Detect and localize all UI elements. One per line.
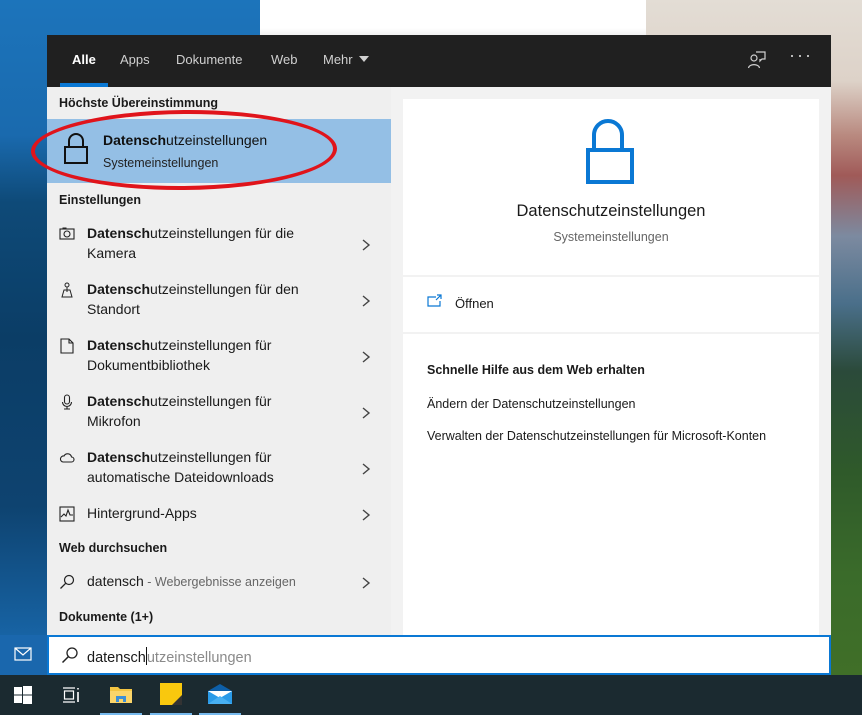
preview-actions-card: Öffnen — [403, 277, 819, 332]
feedback-person-icon[interactable] — [747, 49, 771, 73]
chevron-right-icon — [362, 295, 371, 307]
search-icon — [61, 647, 78, 664]
sticky-notes-button[interactable] — [148, 675, 194, 715]
tab-web[interactable]: Web — [271, 35, 298, 87]
settings-item-dateidownloads[interactable]: Datenschutzeinstellungen für automatische… — [47, 447, 391, 491]
chevron-right-icon — [362, 509, 371, 521]
tab-label: Web — [271, 52, 298, 67]
open-label: Öffnen — [455, 296, 494, 311]
results-list: Höchste Übereinstimmung Datenschutzeinst… — [30, 87, 391, 635]
task-view-button[interactable] — [48, 675, 94, 715]
search-input[interactable]: datenschutzeinstellungen — [47, 635, 831, 675]
search-typed-text: datensch — [87, 650, 146, 666]
settings-item-label: Datenschutzeinstellungen für den Standort — [87, 281, 299, 317]
open-external-icon — [427, 294, 442, 307]
mail-notification-tile[interactable] — [0, 635, 47, 675]
tab-dokumente[interactable]: Dokumente — [176, 35, 242, 87]
tab-label: Mehr — [323, 52, 353, 67]
web-search-header: Web durchsuchen — [59, 541, 168, 555]
tab-label: Apps — [120, 52, 150, 67]
microphone-icon — [61, 394, 73, 410]
settings-header: Einstellungen — [59, 193, 141, 207]
web-search-item[interactable]: datensch - Webergebnisse anzeigen — [47, 571, 391, 595]
help-link[interactable]: Ändern der Datenschutzeinstellungen — [427, 397, 635, 411]
web-search-label: datensch - Webergebnisse anzeigen — [87, 573, 296, 589]
preview-subtitle: Systemeinstellungen — [553, 230, 669, 244]
search-tabs-bar: Alle Apps Dokumente Web Mehr ··· — [47, 35, 831, 87]
location-icon — [61, 282, 73, 298]
open-button[interactable]: Öffnen — [427, 294, 494, 311]
search-value: datenschutzeinstellungen — [87, 647, 252, 666]
settings-item-kamera[interactable]: Datenschutzeinstellungen für die Kamera — [47, 223, 391, 267]
mail-icon — [14, 647, 32, 661]
settings-item-hintergrund-apps[interactable]: Hintergrund-Apps — [47, 503, 391, 527]
web-help-header: Schnelle Hilfe aus dem Web erhalten — [427, 363, 645, 377]
chevron-right-icon — [362, 407, 371, 419]
best-match-subtitle: Systemeinstellungen — [103, 156, 219, 170]
folder-icon — [110, 687, 132, 703]
document-icon — [60, 338, 74, 354]
search-window: Alle Apps Dokumente Web Mehr ··· Höchste… — [30, 35, 831, 673]
camera-icon — [59, 227, 75, 240]
chevron-right-icon — [362, 239, 371, 251]
settings-item-dokumentbibliothek[interactable]: Datenschutzeinstellungen für Dokumentbibl… — [47, 335, 391, 379]
search-autocomplete-text: utzeinstellungen — [146, 650, 252, 666]
chevron-right-icon — [362, 577, 371, 589]
chevron-down-icon — [358, 56, 369, 62]
settings-item-label: Hintergrund-Apps — [87, 505, 197, 521]
preview-title: Datenschutzeinstellungen — [516, 202, 706, 220]
tab-label: Alle — [72, 52, 96, 67]
chevron-right-icon — [362, 351, 371, 363]
preview-pane: Datenschutzeinstellungen Systemeinstellu… — [403, 99, 819, 635]
tab-apps[interactable]: Apps — [120, 35, 150, 87]
windows-logo-icon — [14, 686, 32, 704]
settings-item-label: Datenschutzeinstellungen für Mikrofon — [87, 393, 272, 429]
cloud-icon — [59, 453, 75, 463]
lock-icon — [586, 119, 634, 184]
search-icon — [60, 574, 75, 589]
best-match-title: Datenschutzeinstellungen — [103, 132, 268, 148]
settings-item-label: Datenschutzeinstellungen für Dokumentbibl… — [87, 337, 272, 373]
task-view-icon — [63, 687, 79, 703]
settings-item-label: Datenschutzeinstellungen für die Kamera — [87, 225, 295, 261]
background-window — [260, 0, 646, 40]
lock-icon — [64, 133, 88, 164]
best-match-header: Höchste Übereinstimmung — [59, 96, 219, 110]
tab-label: Dokumente — [176, 52, 243, 67]
tab-mehr[interactable]: Mehr — [323, 35, 369, 87]
preview-header-card: Datenschutzeinstellungen Systemeinstellu… — [403, 99, 819, 275]
mail-icon — [208, 684, 232, 704]
best-match-title-rest: utzeinstellungen — [166, 132, 268, 148]
sticky-notes-icon — [160, 683, 182, 705]
best-match-item[interactable]: Datenschutzeinstellungen Systemeinstellu… — [47, 119, 391, 183]
taskbar — [0, 675, 862, 715]
help-link[interactable]: Verwalten der Datenschutzeinstellungen f… — [427, 429, 766, 443]
tab-alle[interactable]: Alle — [60, 35, 108, 87]
more-options-icon[interactable]: ··· — [789, 45, 813, 66]
file-explorer-button[interactable] — [98, 675, 144, 715]
mail-button[interactable] — [197, 675, 243, 715]
settings-item-label: Datenschutzeinstellungen für automatische… — [87, 449, 274, 485]
start-button[interactable] — [0, 675, 46, 715]
settings-item-mikrofon[interactable]: Datenschutzeinstellungen für Mikrofon — [47, 391, 391, 435]
documents-header: Dokumente (1+) — [59, 610, 154, 624]
web-help-card: Schnelle Hilfe aus dem Web erhalten Ände… — [403, 334, 819, 635]
settings-item-standort[interactable]: Datenschutzeinstellungen für den Standort — [47, 279, 391, 323]
chevron-right-icon — [362, 463, 371, 475]
activity-chart-icon — [59, 506, 75, 522]
